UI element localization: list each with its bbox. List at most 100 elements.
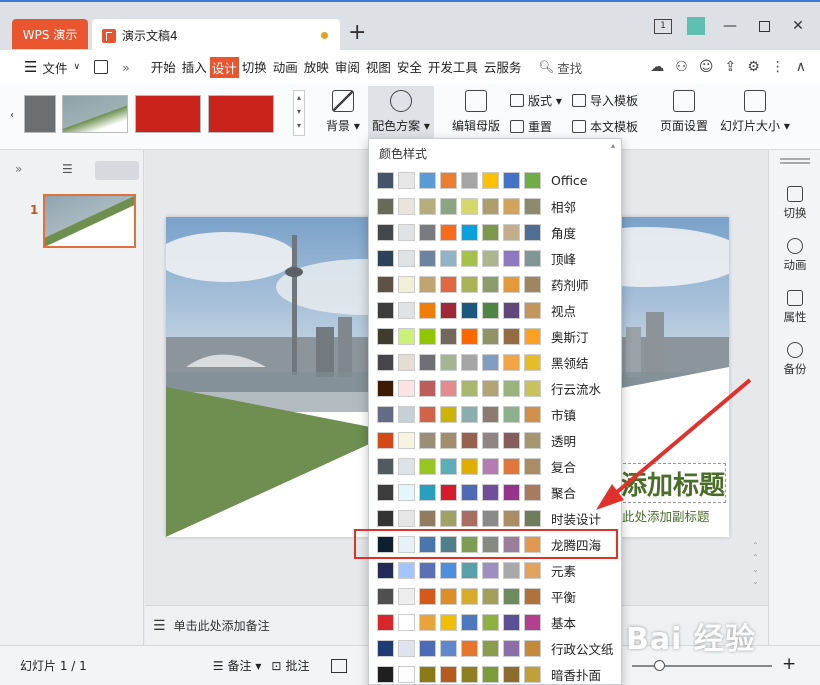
background-button[interactable]: 背景 ▾ bbox=[326, 90, 360, 134]
text-template-button[interactable]: 本文模板 bbox=[572, 118, 638, 135]
tab-animation[interactable]: 动画 bbox=[270, 57, 301, 78]
collapse-ribbon-icon[interactable]: ∧ bbox=[796, 59, 806, 75]
color-scheme-option[interactable]: 奥斯汀 bbox=[369, 323, 621, 349]
color-swatch bbox=[377, 301, 394, 319]
animation-label: 动画 bbox=[783, 258, 807, 272]
color-swatch bbox=[377, 509, 394, 527]
tab-review[interactable]: 审阅 bbox=[332, 57, 363, 78]
tab-security[interactable]: 安全 bbox=[394, 57, 425, 78]
expand-panel-icon[interactable]: » bbox=[15, 162, 22, 176]
color-swatch bbox=[524, 327, 541, 345]
tab-slideshow[interactable]: 放映 bbox=[301, 57, 332, 78]
slide-thumbnail[interactable] bbox=[43, 194, 136, 248]
color-swatch bbox=[461, 587, 478, 605]
color-scheme-option[interactable]: 暗香扑面 bbox=[369, 661, 621, 684]
wps-app-tab[interactable]: WPS 演示 bbox=[12, 19, 88, 49]
color-scheme-option[interactable]: 基本 bbox=[369, 609, 621, 635]
import-template-button[interactable]: 导入模板 bbox=[572, 92, 638, 109]
dropdown-scroll-up-icon[interactable]: ▴ bbox=[611, 141, 619, 150]
tab-insert[interactable]: 插入 bbox=[179, 57, 210, 78]
zoom-slider-thumb[interactable] bbox=[654, 660, 665, 671]
tab-view[interactable]: 视图 bbox=[363, 57, 394, 78]
dropdown-scrollbar[interactable]: ▴ bbox=[611, 141, 619, 681]
color-scheme-option[interactable]: Office bbox=[369, 167, 621, 193]
more-icon[interactable]: ⋮ bbox=[771, 59, 785, 75]
color-scheme-option[interactable]: 复合 bbox=[369, 453, 621, 479]
more-arrows-icon[interactable]: » bbox=[122, 60, 130, 75]
color-swatch bbox=[524, 457, 541, 475]
edit-master-button[interactable]: 编辑母版 bbox=[452, 90, 500, 134]
tab-transition[interactable]: 切换 bbox=[239, 57, 270, 78]
normal-view-icon[interactable] bbox=[331, 658, 348, 673]
comment-icon[interactable]: ☺ bbox=[699, 59, 714, 75]
color-scheme-option[interactable]: 视点 bbox=[369, 297, 621, 323]
color-scheme-option[interactable]: 顶峰 bbox=[369, 245, 621, 271]
slide-view-toggle[interactable] bbox=[95, 161, 139, 180]
template-scroll-left-icon[interactable]: ‹ bbox=[10, 110, 14, 121]
color-scheme-name: 黑领结 bbox=[551, 355, 589, 371]
right-panel-transition[interactable]: 切换 bbox=[769, 186, 820, 221]
page-counter-icon[interactable]: 1 bbox=[654, 18, 672, 34]
share-user-icon[interactable]: ⚇ bbox=[675, 59, 688, 75]
file-menu[interactable]: ☰ 文件 ∨ bbox=[24, 58, 80, 77]
new-tab-icon[interactable]: + bbox=[348, 20, 366, 45]
color-scheme-option[interactable]: 行政公文纸 bbox=[369, 635, 621, 661]
notes-toggle-button[interactable]: ☰ 备注 ▾ bbox=[213, 657, 262, 674]
page-setup-button[interactable]: 页面设置 bbox=[660, 90, 708, 134]
color-scheme-option[interactable]: 药剂师 bbox=[369, 271, 621, 297]
template-scroll-controls[interactable]: ▴ ▾ ▾ bbox=[293, 90, 305, 136]
outline-view-icon[interactable]: ☰ bbox=[62, 162, 73, 176]
cloud-sync-icon[interactable]: ☁ bbox=[650, 59, 664, 75]
color-scheme-option[interactable]: 市镇 bbox=[369, 401, 621, 427]
template-thumb-2[interactable] bbox=[62, 95, 128, 133]
layout-button[interactable]: 版式 ▾ bbox=[510, 92, 562, 109]
color-scheme-option[interactable]: 相邻 bbox=[369, 193, 621, 219]
search-icon: 🔍︎ bbox=[538, 59, 555, 74]
tab-design[interactable]: 设计 bbox=[209, 56, 239, 78]
color-scheme-name: 市镇 bbox=[551, 407, 577, 423]
color-scheme-option[interactable]: 元素 bbox=[369, 557, 621, 583]
slide-thumb-number: 1 bbox=[30, 203, 39, 217]
color-scheme-option[interactable]: 平衡 bbox=[369, 583, 621, 609]
right-panel-backup[interactable]: 备份 bbox=[769, 342, 820, 377]
zoom-in-icon[interactable]: + bbox=[782, 654, 796, 674]
template-thumb-3[interactable] bbox=[135, 95, 201, 133]
tab-developer[interactable]: 开发工具 bbox=[425, 57, 481, 78]
avatar[interactable] bbox=[686, 16, 706, 36]
save-icon[interactable] bbox=[94, 60, 109, 74]
template-thumb-1[interactable] bbox=[24, 95, 56, 133]
color-swatch bbox=[398, 275, 415, 293]
color-scheme-option[interactable]: 透明 bbox=[369, 427, 621, 453]
minimize-icon[interactable]: — bbox=[720, 16, 740, 36]
slide-vertical-scroll[interactable]: ⌃ ⌃ ⌄ ⌄ bbox=[752, 540, 762, 600]
color-swatch bbox=[419, 613, 436, 631]
tab-home[interactable]: 开始 bbox=[148, 57, 179, 78]
color-scheme-button[interactable]: 配色方案 ▾ bbox=[368, 86, 434, 140]
color-swatch bbox=[377, 353, 394, 371]
color-scheme-option[interactable]: 黑领结 bbox=[369, 349, 621, 375]
slide-size-button[interactable]: 幻灯片大小 ▾ bbox=[720, 90, 790, 134]
close-icon[interactable]: ✕ bbox=[788, 16, 808, 36]
color-scheme-option[interactable]: 聚合 bbox=[369, 479, 621, 505]
color-scheme-option[interactable]: 角度 bbox=[369, 219, 621, 245]
color-swatch bbox=[503, 171, 520, 189]
search-box[interactable]: 🔍︎ 查找 bbox=[538, 58, 582, 77]
settings-icon[interactable]: ⚙ bbox=[747, 59, 760, 75]
template-thumb-4[interactable] bbox=[208, 95, 274, 133]
color-scheme-name: 暗香扑面 bbox=[551, 667, 602, 683]
right-panel-properties[interactable]: 属性 bbox=[769, 290, 820, 325]
color-scheme-name: 药剂师 bbox=[551, 277, 589, 293]
comment-toggle-button[interactable]: ⊡ 批注 bbox=[271, 657, 309, 674]
maximize-icon[interactable] bbox=[754, 16, 774, 36]
color-scheme-option[interactable]: 行云流水 bbox=[369, 375, 621, 401]
reset-button[interactable]: 重置 bbox=[510, 118, 552, 135]
zoom-slider[interactable] bbox=[632, 660, 772, 671]
right-panel-animation[interactable]: 动画 bbox=[769, 238, 820, 273]
color-swatch bbox=[440, 639, 457, 657]
color-swatch bbox=[377, 327, 394, 345]
document-tab[interactable]: 演示文稿4 bbox=[92, 19, 340, 52]
export-icon[interactable]: ⇪ bbox=[724, 59, 736, 75]
tab-cloud[interactable]: 云服务 bbox=[481, 57, 525, 78]
color-swatch bbox=[398, 353, 415, 371]
color-scheme-option[interactable]: 时装设计 bbox=[369, 505, 621, 531]
